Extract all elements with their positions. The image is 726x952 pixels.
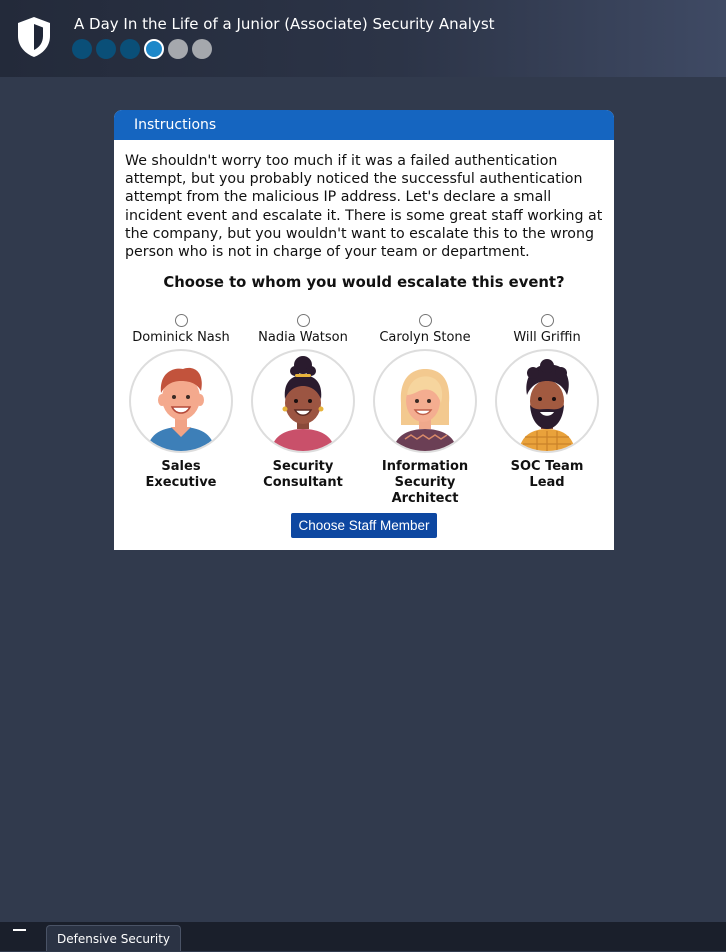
avatar[interactable] bbox=[251, 349, 355, 453]
page-title: A Day In the Life of a Junior (Associate… bbox=[74, 15, 495, 33]
staff-name: Will Griffin bbox=[513, 330, 581, 345]
panel-heading: Instructions bbox=[114, 110, 614, 140]
staff-role: SOC Team Lead bbox=[510, 459, 584, 490]
staff-name: Nadia Watson bbox=[258, 330, 348, 345]
staff-radio[interactable] bbox=[174, 314, 188, 327]
progress-step-6 bbox=[192, 39, 212, 59]
progress-step-3 bbox=[120, 39, 140, 59]
app-header: A Day In the Life of a Junior (Associate… bbox=[0, 0, 726, 77]
staff-role: Information Security Architect bbox=[381, 459, 469, 506]
progress-step-5 bbox=[168, 39, 188, 59]
staff-role: Security Consultant bbox=[263, 459, 343, 490]
choose-staff-member-button[interactable]: Choose Staff Member bbox=[291, 513, 437, 538]
taskbar-tab-defensive-security[interactable]: Defensive Security bbox=[46, 925, 181, 951]
progress-step-2 bbox=[96, 39, 116, 59]
question-text: Choose to whom you would escalate this e… bbox=[163, 274, 565, 291]
shield-icon bbox=[18, 17, 50, 57]
staff-name: Dominick Nash bbox=[132, 330, 230, 345]
progress-step-1 bbox=[72, 39, 92, 59]
woman-avatar-icon bbox=[393, 369, 457, 451]
staff-option-carolyn-stone[interactable]: Carolyn Stone Information Security Archi… bbox=[370, 314, 480, 507]
staff-role: Sales Executive bbox=[145, 459, 217, 490]
staff-radio[interactable] bbox=[540, 314, 554, 327]
avatar[interactable] bbox=[373, 349, 477, 453]
progress-step-4 bbox=[144, 39, 164, 59]
staff-option-will-griffin[interactable]: Will Griffin SOC Team Lead bbox=[492, 314, 602, 491]
staff-option-nadia-watson[interactable]: Nadia Watson Security Consultant bbox=[248, 314, 358, 491]
staff-option-dominick-nash[interactable]: Dominick Nash Sales Executive bbox=[126, 314, 236, 491]
minimize-icon[interactable] bbox=[13, 929, 26, 931]
staff-radio[interactable] bbox=[296, 314, 310, 327]
staff-name: Carolyn Stone bbox=[379, 330, 471, 345]
avatar[interactable] bbox=[129, 349, 233, 453]
progress-indicator bbox=[72, 39, 212, 59]
instructions-text: We shouldn't worry too much if it was a … bbox=[125, 153, 603, 261]
woman-avatar-icon bbox=[271, 356, 335, 451]
taskbar: Defensive Security bbox=[0, 922, 726, 951]
man-avatar-icon bbox=[147, 367, 215, 451]
avatar[interactable] bbox=[495, 349, 599, 453]
instructions-panel: Instructions We shouldn't worry too much… bbox=[114, 110, 614, 550]
man-avatar-icon bbox=[519, 359, 575, 451]
staff-radio[interactable] bbox=[418, 314, 432, 327]
